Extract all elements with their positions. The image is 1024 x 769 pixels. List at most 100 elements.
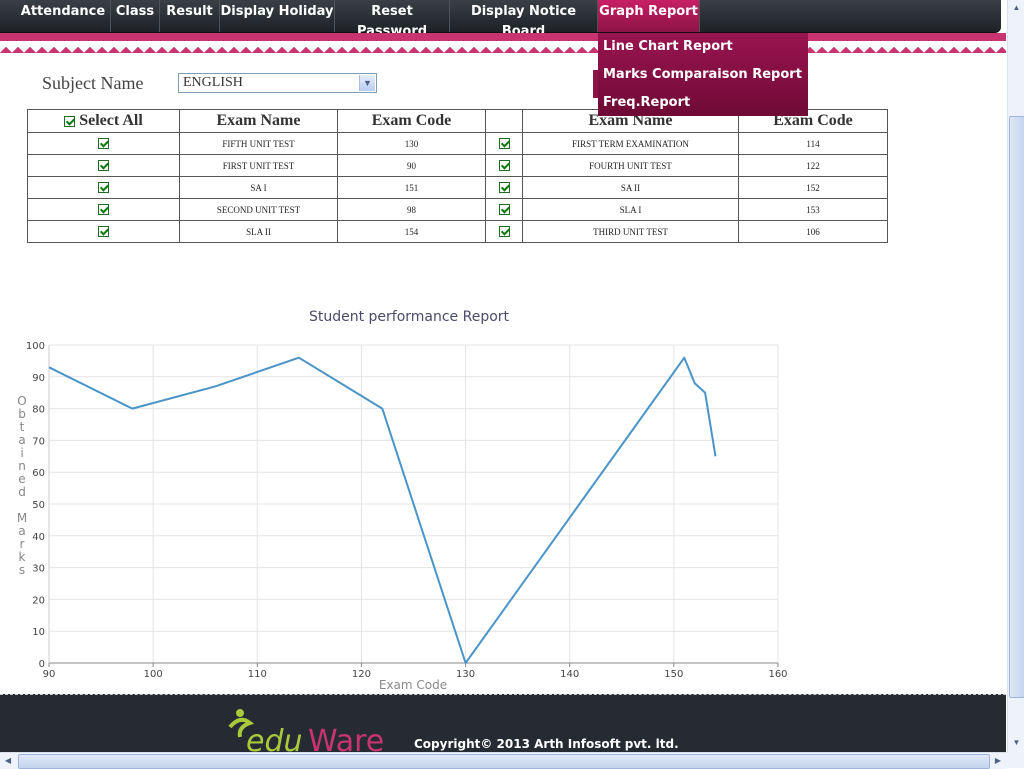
table-row: SA I 151 SA II 152 bbox=[28, 177, 888, 199]
exam-name-cell: SLA II bbox=[180, 221, 338, 243]
y-tick-label: 90 bbox=[32, 373, 45, 384]
nav-item-attendance[interactable]: Attendance bbox=[16, 0, 111, 32]
graph-report-dropdown: Line Chart Report Marks Comparaison Repo… bbox=[598, 33, 808, 116]
exam-code-cell: 122 bbox=[739, 155, 888, 177]
y-tick-label: 40 bbox=[32, 532, 45, 543]
column-header-exam-name: Exam Name bbox=[180, 110, 338, 133]
exam-name-cell: FIRST UNIT TEST bbox=[180, 155, 338, 177]
y-tick-label: 80 bbox=[32, 405, 45, 416]
column-header-check bbox=[486, 110, 523, 133]
series-line bbox=[49, 358, 716, 663]
select-all-checkbox[interactable] bbox=[64, 116, 75, 127]
x-tick-label: 160 bbox=[768, 669, 787, 680]
nav-item-display-holiday[interactable]: Display Holiday bbox=[220, 0, 335, 32]
student-performance-line-chart: Student performance Report01020304050607… bbox=[0, 300, 800, 695]
select-all-label: Select All bbox=[79, 112, 143, 129]
exam-checkbox[interactable] bbox=[499, 226, 510, 237]
exam-name-cell: FIFTH UNIT TEST bbox=[180, 133, 338, 155]
row-checkbox-cell[interactable] bbox=[486, 177, 523, 199]
svg-text:Ware: Ware bbox=[308, 724, 384, 753]
exam-checkbox[interactable] bbox=[98, 226, 109, 237]
exam-code-cell: 106 bbox=[739, 221, 888, 243]
top-navigation-bar: Attendance Class Result Display Holiday … bbox=[0, 0, 1001, 33]
exam-name-cell: FOURTH UNIT TEST bbox=[523, 155, 739, 177]
exam-code-cell: 154 bbox=[338, 221, 486, 243]
table-row: FIRST UNIT TEST 90 FOURTH UNIT TEST 122 bbox=[28, 155, 888, 177]
x-tick-label: 110 bbox=[248, 669, 267, 680]
exam-checkbox[interactable] bbox=[499, 204, 510, 215]
menu-item-freq-report[interactable]: Freq.Report bbox=[603, 95, 690, 110]
select-all-header[interactable]: Select All bbox=[28, 110, 180, 133]
scroll-left-icon[interactable]: ◀ bbox=[0, 753, 16, 768]
row-checkbox-cell[interactable] bbox=[28, 221, 180, 243]
exam-checkbox[interactable] bbox=[98, 204, 109, 215]
exam-checkbox[interactable] bbox=[499, 138, 510, 149]
exam-name-cell: THIRD UNIT TEST bbox=[523, 221, 739, 243]
chevron-down-icon[interactable]: ▼ bbox=[359, 75, 375, 91]
y-tick-label: 50 bbox=[32, 500, 45, 511]
row-checkbox-cell[interactable] bbox=[486, 133, 523, 155]
copyright-text: Copyright© 2013 Arth Infosoft pvt. ltd. bbox=[414, 737, 679, 751]
scroll-down-icon[interactable]: ▼ bbox=[1009, 735, 1024, 751]
y-tick-label: 10 bbox=[32, 627, 45, 638]
exam-code-cell: 90 bbox=[338, 155, 486, 177]
x-tick-label: 100 bbox=[144, 669, 163, 680]
row-checkbox-cell[interactable] bbox=[486, 221, 523, 243]
row-checkbox-cell[interactable] bbox=[28, 199, 180, 221]
y-tick-label: 20 bbox=[32, 595, 45, 606]
y-tick-label: 30 bbox=[32, 564, 45, 575]
horizontal-scrollbar[interactable]: ◀ ▶ bbox=[0, 752, 1007, 769]
y-tick-label: 70 bbox=[32, 436, 45, 447]
horizontal-scroll-thumb[interactable] bbox=[18, 754, 990, 769]
row-checkbox-cell[interactable] bbox=[486, 155, 523, 177]
scrollbar-corner bbox=[1007, 752, 1024, 768]
x-tick-label: 90 bbox=[43, 669, 56, 680]
exam-code-cell: 130 bbox=[338, 133, 486, 155]
scroll-right-icon[interactable]: ▶ bbox=[990, 753, 1006, 768]
row-checkbox-cell[interactable] bbox=[486, 199, 523, 221]
exam-checkbox[interactable] bbox=[98, 160, 109, 171]
menu-item-marks-comparison-report[interactable]: Marks Comparaison Report bbox=[603, 67, 802, 82]
scroll-up-icon[interactable]: ▲ bbox=[1009, 0, 1024, 16]
accent-strip bbox=[0, 33, 1006, 41]
eduware-logo: edu Ware bbox=[224, 707, 394, 753]
exam-name-cell: SA I bbox=[180, 177, 338, 199]
row-checkbox-cell[interactable] bbox=[28, 177, 180, 199]
exam-selection-table: Select All Exam Name Exam Code Exam Name… bbox=[27, 109, 888, 243]
exam-name-cell: FIRST TERM EXAMINATION bbox=[523, 133, 739, 155]
page-footer: edu Ware Copyright© 2013 Arth Infosoft p… bbox=[0, 694, 1006, 753]
chart-title: Student performance Report bbox=[309, 309, 510, 325]
exam-checkbox[interactable] bbox=[98, 182, 109, 193]
menu-item-line-chart-report[interactable]: Line Chart Report bbox=[603, 39, 733, 54]
y-tick-label: 100 bbox=[26, 341, 45, 352]
svg-text:edu: edu bbox=[246, 724, 303, 753]
nav-item-display-notice-board[interactable]: Display Notice Board bbox=[450, 0, 598, 32]
exam-checkbox[interactable] bbox=[499, 182, 510, 193]
nav-item-class[interactable]: Class bbox=[111, 0, 160, 32]
nav-item-result[interactable]: Result bbox=[160, 0, 220, 32]
exam-name-cell: SLA I bbox=[523, 199, 739, 221]
vertical-scrollbar[interactable]: ▲ ▼ bbox=[1007, 0, 1024, 752]
subject-selected-value: ENGLISH bbox=[183, 75, 243, 90]
exam-name-cell: SA II bbox=[523, 177, 739, 199]
exam-code-cell: 98 bbox=[338, 199, 486, 221]
x-tick-label: 150 bbox=[664, 669, 683, 680]
x-tick-label: 130 bbox=[456, 669, 475, 680]
table-row: FIFTH UNIT TEST 130 FIRST TERM EXAMINATI… bbox=[28, 133, 888, 155]
y-tick-label: 60 bbox=[32, 468, 45, 479]
row-checkbox-cell[interactable] bbox=[28, 155, 180, 177]
x-tick-label: 120 bbox=[352, 669, 371, 680]
row-checkbox-cell[interactable] bbox=[28, 133, 180, 155]
exam-checkbox[interactable] bbox=[499, 160, 510, 171]
vertical-scroll-thumb[interactable] bbox=[1009, 116, 1024, 698]
nav-item-reset-password[interactable]: Reset Password bbox=[335, 0, 450, 32]
nav-item-graph-report[interactable]: Graph Report bbox=[598, 0, 700, 32]
exam-code-cell: 151 bbox=[338, 177, 486, 199]
column-header-exam-code: Exam Code bbox=[338, 110, 486, 133]
subject-name-label: Subject Name bbox=[42, 73, 143, 94]
exam-code-cell: 152 bbox=[739, 177, 888, 199]
subject-select[interactable]: ENGLISH ▼ bbox=[178, 73, 377, 93]
y-axis-label: Obtained Marks bbox=[17, 394, 27, 577]
exam-checkbox[interactable] bbox=[98, 138, 109, 149]
exam-name-cell: SECOND UNIT TEST bbox=[180, 199, 338, 221]
